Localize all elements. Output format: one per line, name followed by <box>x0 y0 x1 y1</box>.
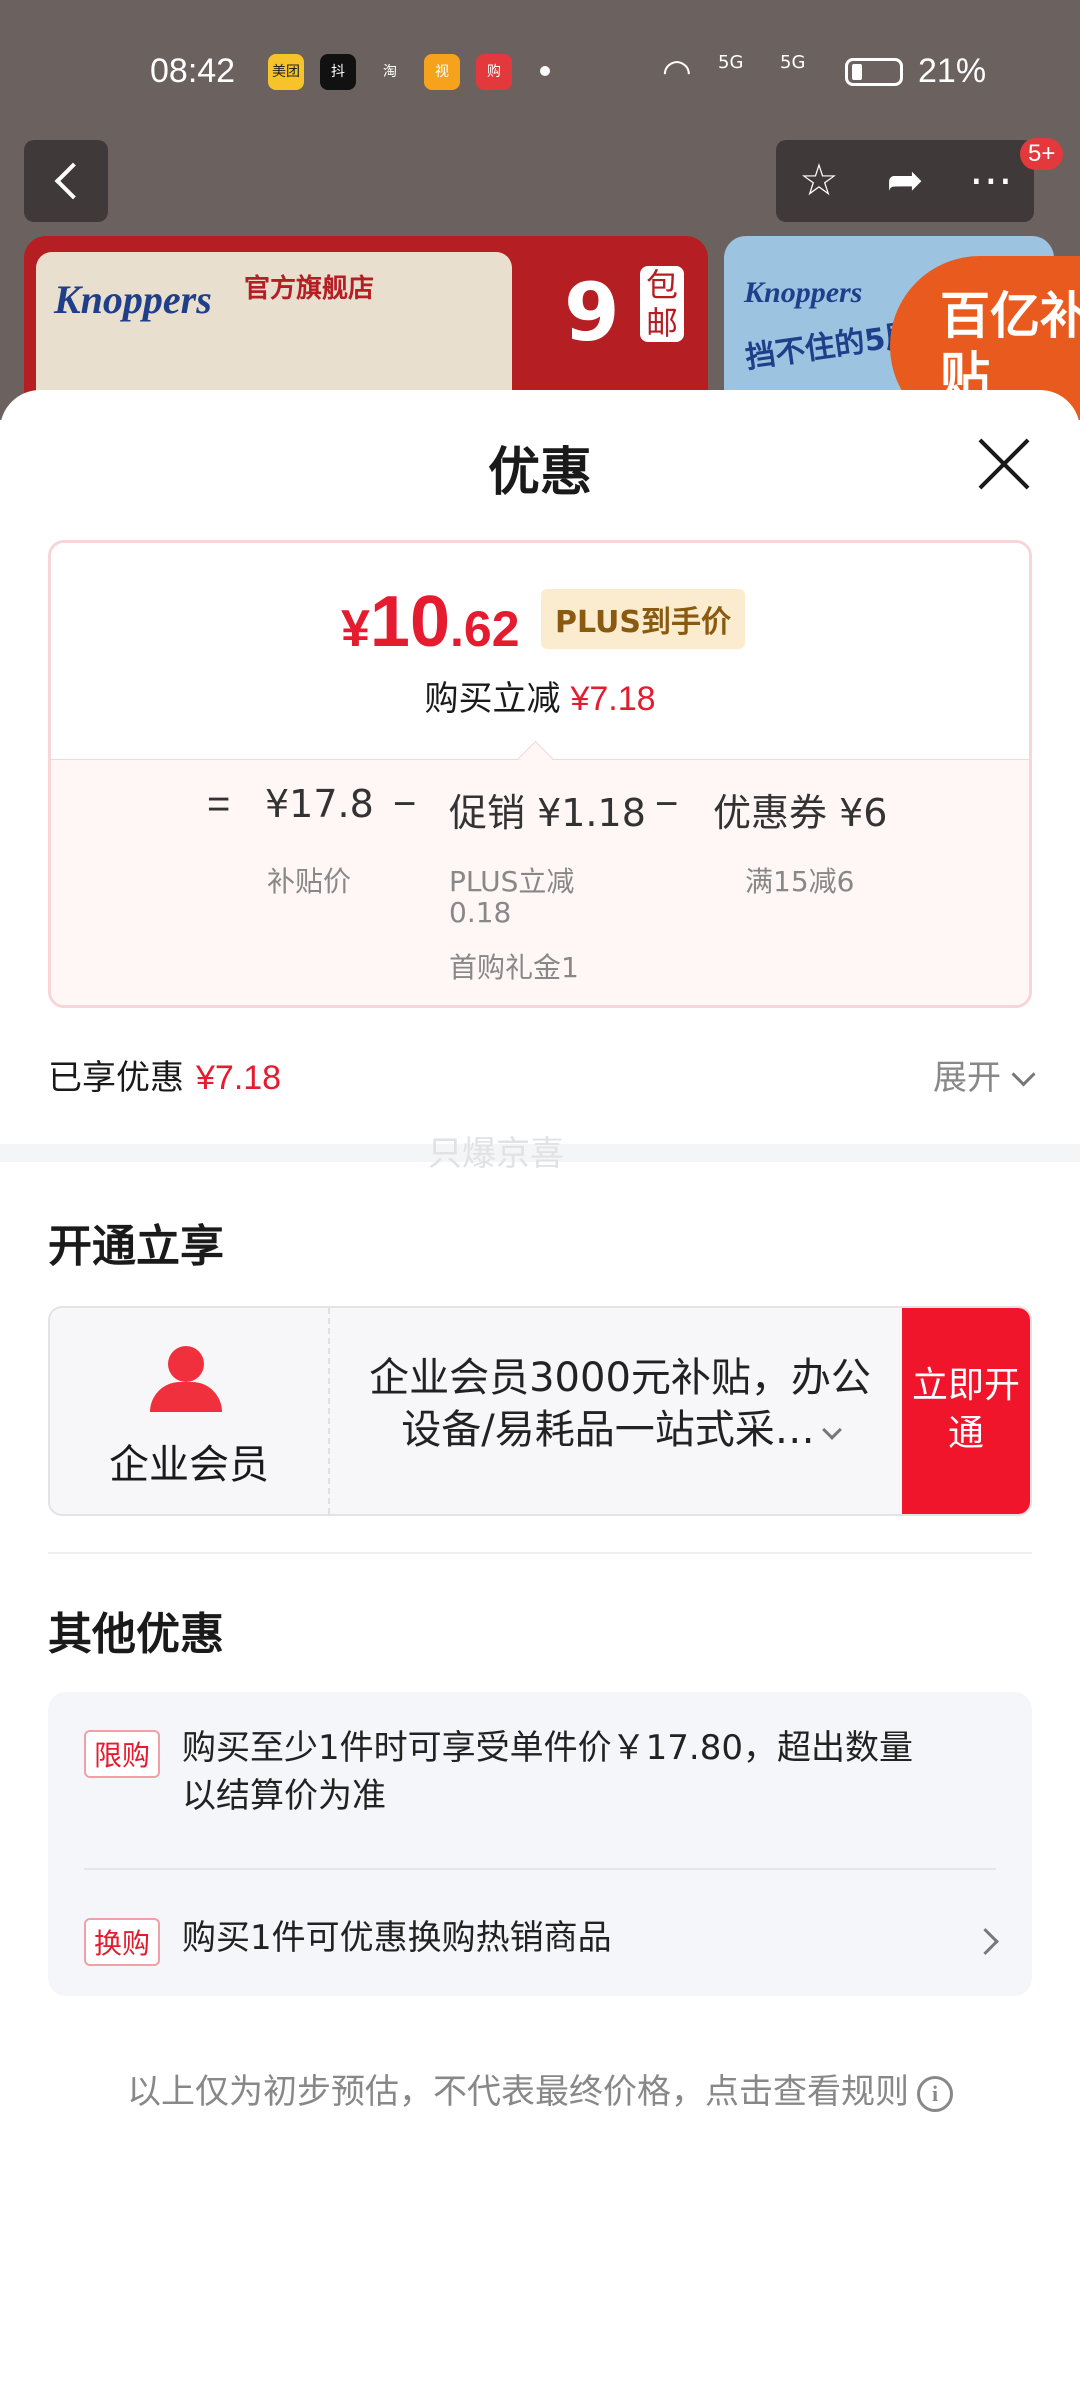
price-summary: ¥10.62 PLUS到手价 购买立减 ¥7.18 <box>51 543 1029 759</box>
signal-icon: 5G <box>718 52 744 73</box>
reduction-amount: ¥7.18 <box>570 680 656 718</box>
battery-percent: 21% <box>918 52 987 90</box>
favorite-star-icon[interactable]: ☆ <box>776 140 862 222</box>
price-integer: 10 <box>369 582 451 662</box>
member-description[interactable]: 企业会员3000元补贴，办公设备/易耗品一站式采… <box>350 1352 890 1456</box>
promo-label: 首购礼金1 <box>449 951 579 984</box>
coupon-label: 满15减6 <box>745 865 855 898</box>
promo-label: PLUS立减 <box>449 865 575 898</box>
price-card: ¥10.62 PLUS到手价 购买立减 ¥7.18 = ¥17.8 − 促销 ¥1… <box>48 540 1032 1008</box>
background-page: 08:42 美团 抖 淘 视 购 ◠ 5G 5G 21% ☆ ➦ ⋯ 5+ Kn… <box>0 0 1080 420</box>
chevron-down-icon <box>1011 1062 1036 1087</box>
expand-button[interactable]: 展开 <box>933 1050 1036 1099</box>
price-decimal: .62 <box>450 601 520 657</box>
open-membership-button[interactable]: 立即开通 <box>902 1308 1030 1514</box>
reduction-label: 购买立减 <box>424 679 561 719</box>
price-breakdown: = ¥17.8 − 促销 ¥1.18 − 优惠券 ¥6 补贴价 PLUS立减 0… <box>51 740 1029 1005</box>
enjoyed-discount: 已享优惠 ¥7.18 <box>48 1050 281 1099</box>
member-name: 企业会员 <box>109 1442 269 1488</box>
taobao-app-icon: 淘 <box>383 64 397 80</box>
watermark: 只爆京喜 <box>428 1134 564 1174</box>
minus-sign: − <box>655 782 679 826</box>
shopping-app-icon: 购 <box>476 54 512 90</box>
member-description-text: 企业会员3000元补贴，办公设备/易耗品一站式采… <box>369 1355 871 1453</box>
open-section-title: 开通立享 <box>48 1221 224 1272</box>
row-divider <box>84 1868 996 1870</box>
douyin-app-icon: 抖 <box>320 54 356 90</box>
promo-label: 0.18 <box>449 896 512 929</box>
chevron-right-icon[interactable] <box>972 1928 999 1955</box>
person-icon <box>150 1346 222 1412</box>
signal-icon: 5G <box>780 52 806 73</box>
back-button[interactable] <box>24 140 108 222</box>
free-shipping-tag: 包邮 <box>640 266 684 342</box>
discount-sheet: 优惠 ¥10.62 PLUS到手价 购买立减 ¥7.18 = ¥17.8 − 促销… <box>0 390 1080 2400</box>
limit-purchase-text: 购买至少1件时可享受单件价￥17.80，超出数量以结算价为准 <box>182 1728 913 1816</box>
header-actions: ☆ ➦ ⋯ <box>776 140 1034 222</box>
subsidy-price-value: ¥17.8 <box>265 782 374 826</box>
instant-reduction: 购买立减 ¥7.18 <box>51 671 1029 720</box>
equals-sign: = <box>207 782 231 826</box>
promo-value: 促销 ¥1.18 <box>449 791 646 835</box>
enjoyed-label: 已享优惠 <box>48 1058 184 1098</box>
battery-icon <box>845 58 903 86</box>
enterprise-member-card[interactable]: 企业会员 企业会员3000元补贴，办公设备/易耗品一站式采… 立即开通 <box>48 1306 1032 1516</box>
limit-tag: 限购 <box>84 1730 161 1778</box>
coupon-value: 优惠券 ¥6 <box>713 791 888 835</box>
meituan-app-icon: 美团 <box>268 54 304 90</box>
divider <box>48 1552 1032 1554</box>
notification-dot-icon <box>540 66 550 76</box>
status-time: 08:42 <box>150 52 236 90</box>
brand-logo: Knoppers <box>54 277 212 322</box>
close-icon[interactable] <box>976 436 1032 492</box>
brand-logo: Knoppers <box>744 276 863 309</box>
chevron-down-icon <box>821 1420 842 1440</box>
other-section-title: 其他优惠 <box>48 1609 224 1660</box>
plus-price-tag: PLUS到手价 <box>541 589 746 649</box>
info-icon[interactable]: i <box>917 2075 953 2112</box>
banner-promo-number: 9 <box>564 266 620 359</box>
footer-text: 以上仅为初步预估，不代表最终价格，点击查看规则 <box>127 2072 909 2112</box>
other-offers-list: 限购 购买至少1件时可享受单件价￥17.80，超出数量以结算价为准 换购 购买1… <box>48 1692 1032 1996</box>
notification-badge: 5+ <box>1020 138 1064 170</box>
subsidy-price-label: 补贴价 <box>267 865 352 898</box>
member-badge: 企业会员 <box>50 1308 330 1514</box>
final-price: ¥10.62 <box>341 581 520 663</box>
expand-label: 展开 <box>933 1058 1001 1098</box>
shop-label: 官方旗舰店 <box>244 274 375 304</box>
exchange-tag: 换购 <box>84 1918 161 1966</box>
share-icon[interactable]: ➦ <box>862 140 948 222</box>
status-bar: 08:42 美团 抖 淘 视 购 ◠ 5G 5G 21% <box>0 40 1080 110</box>
price-currency: ¥ <box>341 600 370 658</box>
wifi-icon: ◠ <box>662 52 692 92</box>
exchange-purchase-text[interactable]: 购买1件可优惠换购热销商品 <box>182 1914 612 1962</box>
rules-footer[interactable]: 以上仅为初步预估，不代表最终价格，点击查看规则 i <box>0 2064 1080 2113</box>
minus-sign: − <box>393 782 417 826</box>
enjoyed-amount: ¥7.18 <box>196 1059 282 1097</box>
sheet-title: 优惠 <box>487 443 592 503</box>
video-app-icon: 视 <box>424 54 460 90</box>
